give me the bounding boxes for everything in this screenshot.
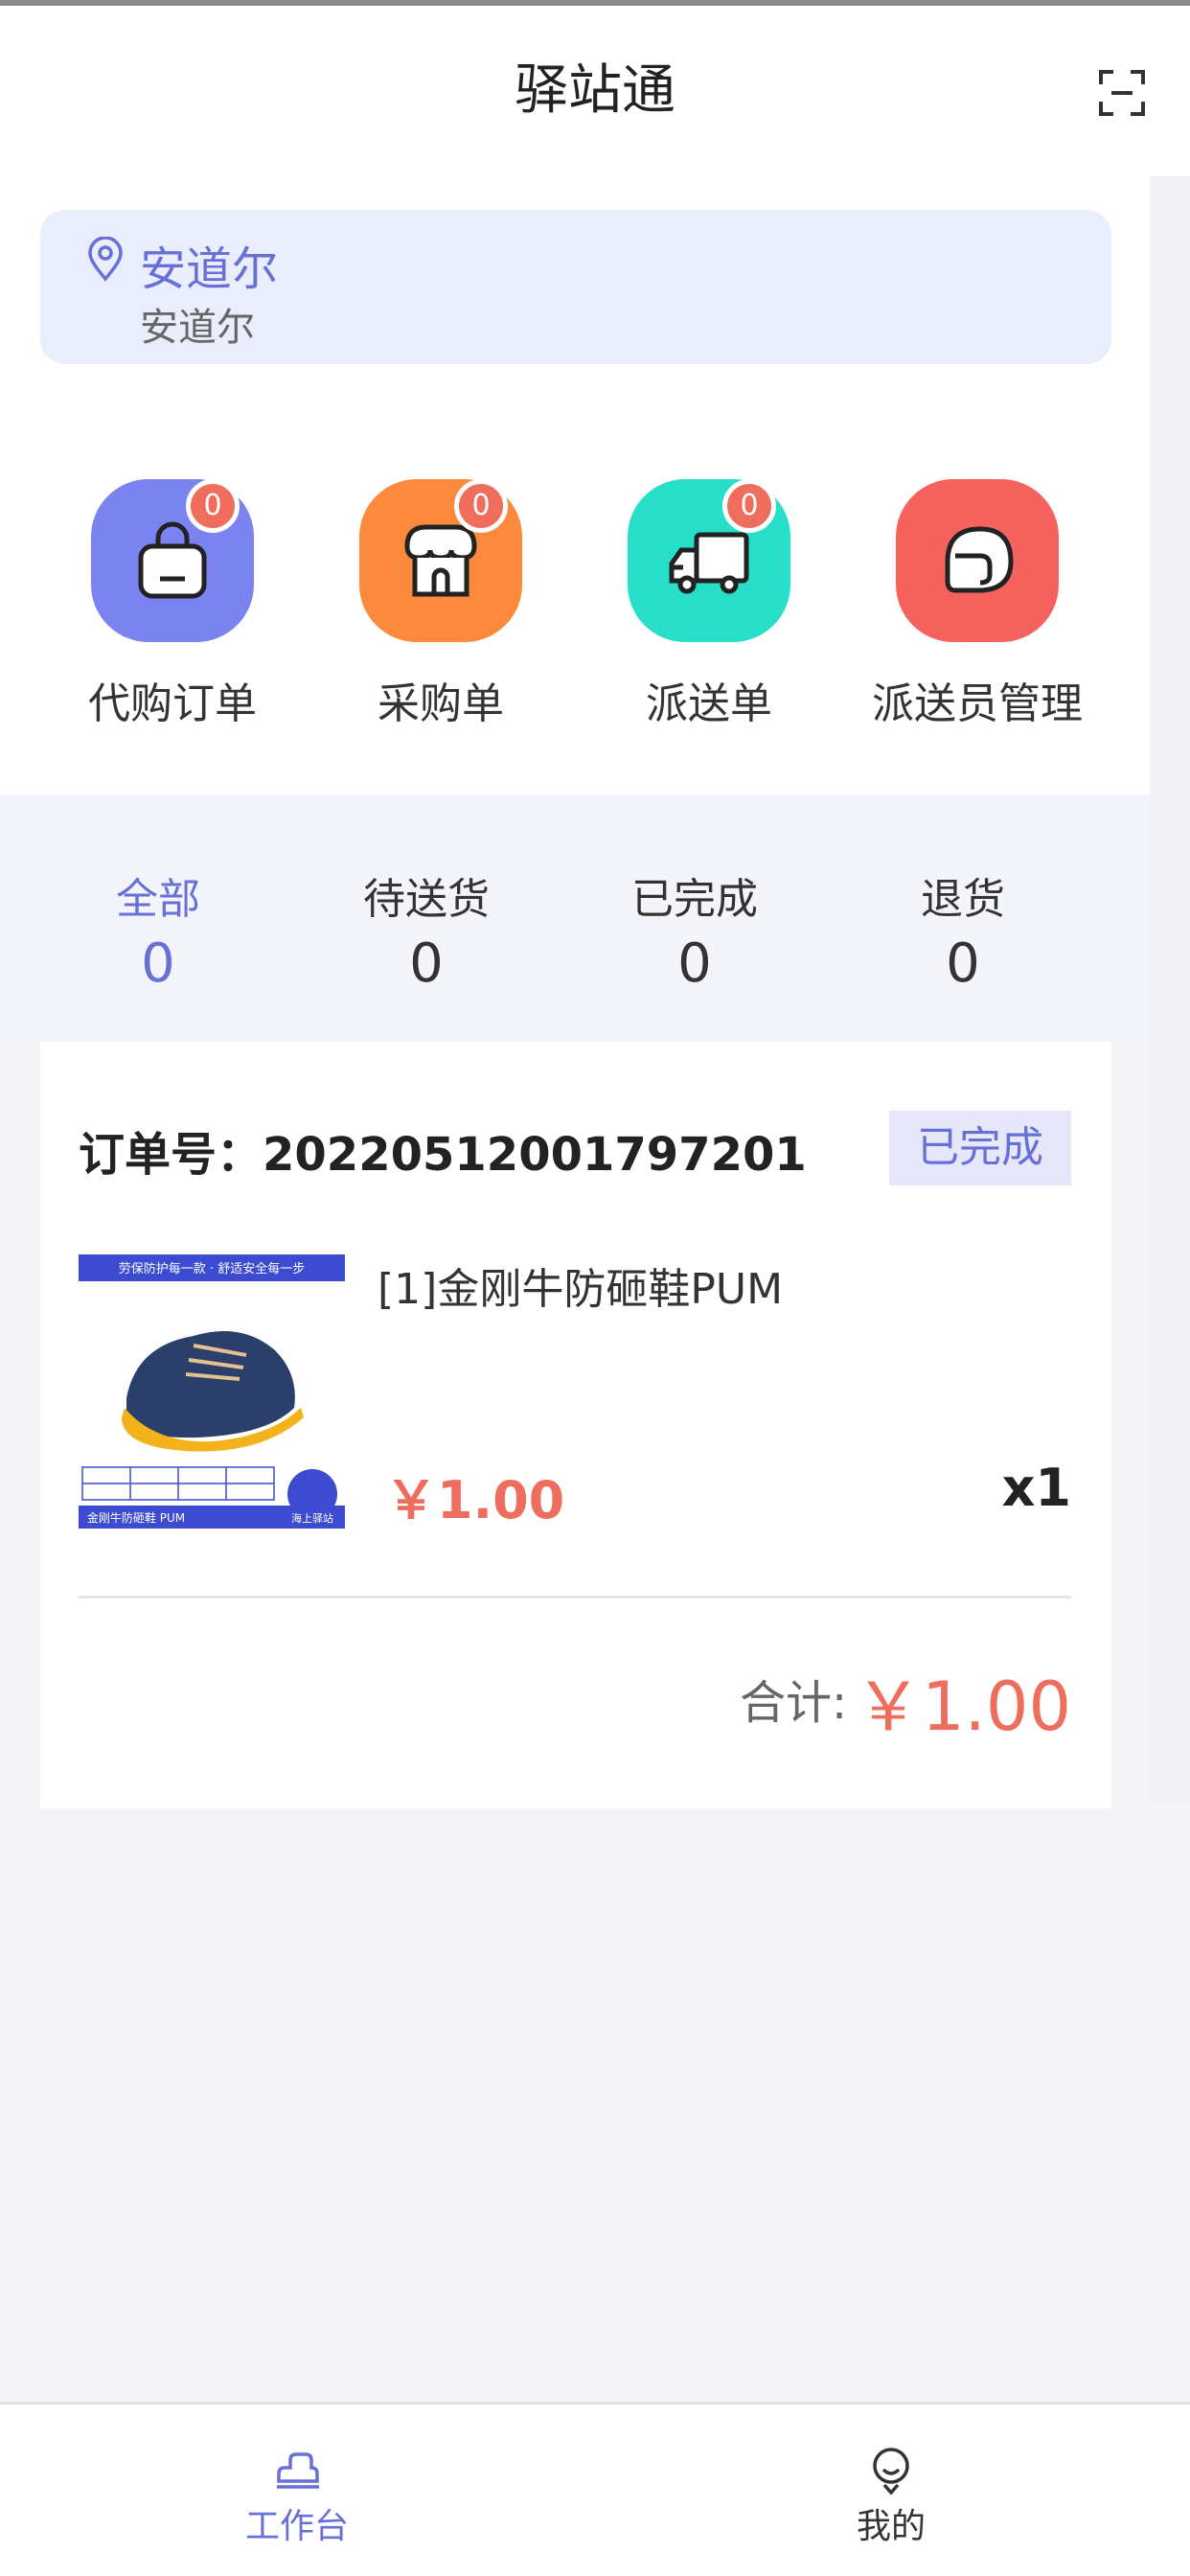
status-badge: 已完成 [889,1111,1071,1185]
tab-count: 0 [141,932,175,995]
scroll-edge [1150,176,1190,1806]
menu-purchase-orders[interactable]: 0 采购单 [316,479,565,738]
tab-label: 已完成 [631,875,758,924]
bottom-tabbar: 工作台 我的 [0,2402,1190,2576]
tab-label: 全部 [116,875,200,924]
total-value: ￥1.00 [855,1668,1071,1746]
tab-completed[interactable]: 已完成 0 [570,871,819,1000]
workbench-icon [277,2452,319,2489]
header: 驿站通 [0,6,1190,176]
product-name: [1]金刚牛防砸鞋PUM [378,1265,784,1314]
tab-count: 0 [677,932,712,995]
image-footer-text: 金刚牛防砸鞋 PUM [87,1510,185,1525]
divider [79,1596,1071,1598]
tab-label: 退货 [921,875,1005,924]
image-banner-text: 劳保防护每一款 · 舒适安全每一步 [119,1261,305,1276]
page-title: 驿站通 [515,59,675,122]
tabbar-mine[interactable]: 我的 [747,2443,1035,2548]
tab-pending-delivery[interactable]: 待送货 0 [302,871,551,1000]
order-number: 订单号：20220512001797201 [79,1128,807,1182]
user-icon [873,2448,909,2495]
menu-badge: 0 [722,479,776,533]
total-label: 合计: [740,1676,848,1730]
tab-label: 待送货 [363,875,490,924]
helmet-icon [896,479,1059,642]
tab-all[interactable]: 全部 0 [34,871,283,1000]
tabbar-label: 我的 [856,2507,926,2546]
tab-count: 0 [409,932,444,995]
tab-count: 0 [946,932,980,995]
menu-delivery-orders[interactable]: 0 派送单 [584,479,834,738]
menu-badge: 0 [454,479,508,533]
menu-label: 派送单 [646,679,772,728]
location-subtitle: 安道尔 [140,306,255,350]
menu-label: 代购订单 [88,679,257,728]
location-card[interactable]: 安道尔 安道尔 [40,210,1111,364]
scan-icon[interactable] [1098,69,1146,117]
product-quantity: x1 [1001,1458,1071,1518]
product-image[interactable]: 劳保防护每一款 · 舒适安全每一步 金刚牛防砸鞋 PUM 海上驿站 [79,1254,345,1529]
menu-daigou-orders[interactable]: 0 代购订单 [48,479,297,738]
tabbar-workbench[interactable]: 工作台 [153,2443,441,2548]
product-price: ￥1.00 [385,1470,565,1530]
location-name: 安道尔 [140,242,279,296]
image-brand-text: 海上驿站 [291,1511,333,1525]
location-pin-icon [86,236,125,283]
menu-label: 派送员管理 [872,679,1083,728]
tabbar-label: 工作台 [244,2507,349,2546]
order-status-tabs: 全部 0 待送货 0 已完成 0 退货 0 [0,794,1150,1042]
tab-returns[interactable]: 退货 0 [838,871,1087,1000]
menu-courier-management[interactable]: 派送员管理 [853,479,1102,738]
menu-badge: 0 [186,479,240,533]
order-card[interactable]: 订单号：20220512001797201 已完成 劳保防护每一款 · 舒适安全… [40,1042,1111,1808]
menu-label: 采购单 [378,679,504,728]
